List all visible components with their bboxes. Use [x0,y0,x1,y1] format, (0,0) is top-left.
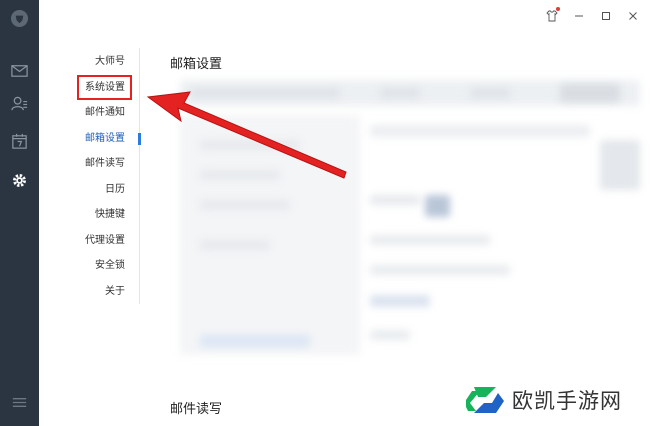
page-title: 邮箱设置 [170,57,223,72]
annotation-highlight-box [77,75,132,100]
close-icon [629,12,637,20]
gear-icon[interactable] [9,170,30,191]
contacts-icon[interactable] [9,93,30,114]
menu-item-mail-notification[interactable]: 邮件通知 [85,107,125,119]
shirt-icon [546,10,558,22]
close-button[interactable] [626,8,640,24]
menu-item-shortcuts[interactable]: 快捷键 [95,209,125,221]
menu-item-mailbox-settings[interactable]: 邮箱设置 [85,133,125,145]
menu-item-calendar[interactable]: 日历 [105,184,125,196]
active-indicator [138,133,141,145]
maximize-button[interactable] [599,8,613,24]
minimize-button[interactable] [572,8,586,24]
calendar-icon[interactable] [9,131,30,152]
watermark-text: 欧凯手游网 [512,389,622,413]
menu-icon[interactable] [9,392,30,413]
menu-item-master-account[interactable]: 大师号 [95,56,125,68]
section-title: 邮件读写 [170,402,223,417]
watermark-logo-icon [466,387,504,413]
left-rail [0,0,39,426]
minimize-icon [575,15,583,17]
skin-button[interactable] [545,7,560,24]
window-controls [545,7,640,24]
notification-dot [556,7,560,11]
maximize-icon [602,12,610,20]
watermark: 欧凯手游网 [466,380,646,420]
mail-icon[interactable] [9,60,30,81]
menu-item-security-lock[interactable]: 安全锁 [95,260,125,272]
menu-item-about[interactable]: 关于 [105,286,125,298]
menu-item-mail-read-write[interactable]: 邮件读写 [85,158,125,170]
menu-item-proxy-settings[interactable]: 代理设置 [85,235,125,247]
app-logo-icon [9,8,30,29]
